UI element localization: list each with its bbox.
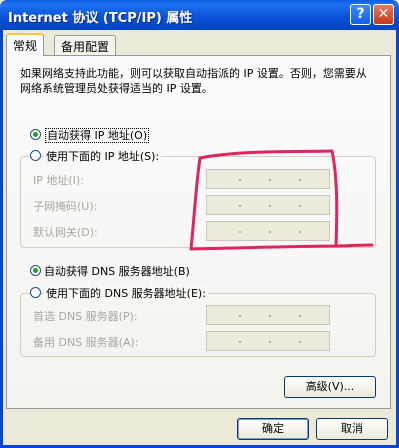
auto-ip-radio[interactable] [30, 129, 41, 140]
auto-dns-radio[interactable] [30, 265, 41, 276]
help-button[interactable]: ? [350, 4, 371, 25]
ip-octet-separator [239, 315, 241, 317]
help-icon: ? [356, 6, 365, 22]
ip-octet-separator [269, 205, 271, 207]
ip-octet-separator [239, 179, 241, 181]
ip-octet-separator [299, 231, 301, 233]
auto-ip-label[interactable]: 自动获得 IP 地址(O) [45, 127, 150, 143]
ip-octet-separator [299, 341, 301, 343]
ip-octet-separator [239, 231, 241, 233]
manual-ip-label[interactable]: 使用下面的 IP 地址(S): [44, 148, 162, 164]
window-border-left [0, 30, 3, 448]
description-text: 如果网络支持此功能，则可以获取自动指派的 IP 设置。否则，您需要从网络系统管理… [20, 67, 367, 95]
tab-general[interactable]: 常规 [6, 33, 45, 56]
manual-ip-radio[interactable] [30, 150, 41, 161]
close-button[interactable]: ✕ [373, 4, 394, 25]
advanced-button[interactable]: 高级(V)... [284, 376, 376, 398]
subnet-mask-label: 子网掩码(U): [33, 200, 98, 213]
alternate-dns-field [206, 331, 330, 351]
ip-octet-separator [239, 205, 241, 207]
ok-button[interactable]: 确定 [237, 418, 309, 440]
ip-octet-separator [269, 341, 271, 343]
cancel-button[interactable]: 取消 [316, 418, 388, 440]
title-bar[interactable]: Internet 协议 (TCP/IP) 属性 ? ✕ [0, 0, 399, 30]
default-gateway-field [206, 221, 330, 241]
manual-dns-label[interactable]: 使用下面的 DNS 服务器地址(E): [44, 285, 208, 301]
ip-octet-separator [299, 315, 301, 317]
ip-octet-separator [269, 179, 271, 181]
preferred-dns-label: 首选 DNS 服务器(P): [33, 310, 138, 323]
alternate-dns-label: 备用 DNS 服务器(A): [33, 336, 139, 349]
close-icon: ✕ [377, 6, 390, 22]
subnet-mask-field [206, 195, 330, 215]
ip-octet-separator [269, 231, 271, 233]
ip-octet-separator [299, 179, 301, 181]
preferred-dns-field [206, 305, 330, 325]
ip-octet-separator [269, 315, 271, 317]
window-title: Internet 协议 (TCP/IP) 属性 [8, 11, 193, 26]
manual-dns-radio[interactable] [30, 287, 41, 298]
ip-octet-separator [299, 205, 301, 207]
auto-dns-label[interactable]: 自动获得 DNS 服务器地址(B) [44, 263, 190, 279]
ip-address-label: IP 地址(I): [33, 174, 84, 187]
default-gateway-label: 默认网关(D): [33, 226, 98, 239]
tab-alternate-configuration[interactable]: 备用配置 [54, 35, 117, 55]
ip-octet-separator [239, 341, 241, 343]
auto-ip-label-text: 自动获得 IP 地址(O) [45, 128, 150, 143]
ip-address-field [206, 169, 330, 189]
